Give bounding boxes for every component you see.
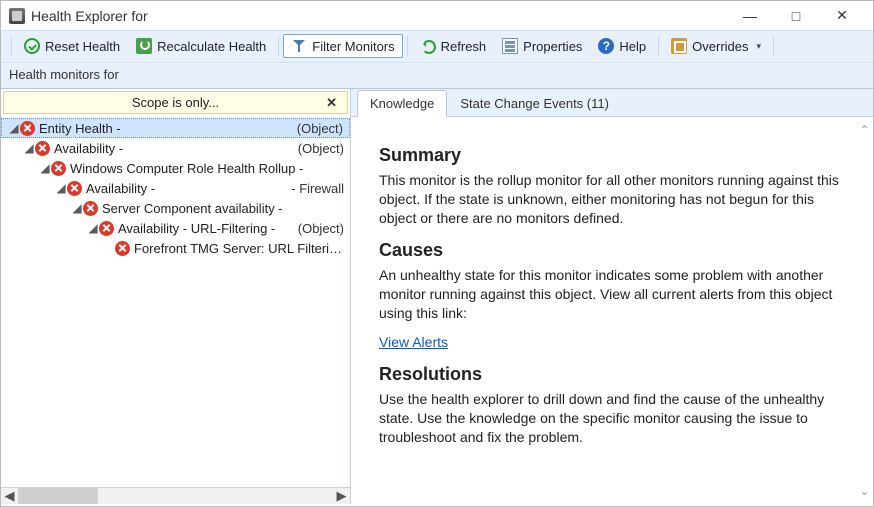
- separator: [658, 36, 659, 56]
- scope-close-icon[interactable]: ✕: [326, 95, 337, 111]
- tree-node[interactable]: ◢ Availability -- Firewall: [1, 178, 350, 198]
- properties-icon: [502, 38, 518, 54]
- expander-icon[interactable]: ◢: [71, 201, 83, 215]
- critical-state-icon: [35, 141, 50, 156]
- critical-state-icon: [83, 201, 98, 216]
- titlebar: Health Explorer for — □ ✕: [1, 1, 873, 31]
- tab-state-change-events[interactable]: State Change Events (11): [447, 90, 622, 117]
- tab-knowledge[interactable]: Knowledge: [357, 90, 447, 117]
- help-icon: ?: [598, 38, 614, 54]
- tree-node-label: Availability - URL-Filtering -: [118, 221, 288, 236]
- filter-monitors-button[interactable]: Filter Monitors: [283, 34, 402, 58]
- summary-text: This monitor is the rollup monitor for a…: [379, 171, 845, 228]
- expander-icon[interactable]: ◢: [87, 221, 99, 235]
- horizontal-scrollbar[interactable]: ◀ ▶: [1, 487, 350, 504]
- tree-node-label: Availability -: [54, 141, 288, 156]
- tree-node[interactable]: ◢ Availability -(Object): [1, 138, 350, 158]
- window-controls: — □ ✕: [727, 2, 865, 30]
- help-button[interactable]: ? Help: [590, 34, 654, 58]
- tree-node-label: Entity Health -: [39, 121, 287, 136]
- overrides-icon: [671, 38, 687, 54]
- scroll-down-icon[interactable]: ⌄: [859, 484, 869, 498]
- tree-node-label: Windows Computer Role Health Rollup -: [70, 161, 344, 176]
- tab-strip: Knowledge State Change Events (11): [351, 89, 873, 117]
- reset-health-button[interactable]: Reset Health: [16, 34, 128, 58]
- toolbar: Reset Health Recalculate Health Filter M…: [1, 31, 873, 63]
- view-alerts-link[interactable]: View Alerts: [379, 334, 448, 350]
- tree-node[interactable]: ◢ Server Component availability -: [1, 198, 350, 218]
- refresh-button[interactable]: Refresh: [412, 34, 495, 58]
- critical-state-icon: [20, 121, 35, 136]
- expander-icon[interactable]: ◢: [55, 181, 67, 195]
- tree-pane: Scope is only... ✕ ◢Entity Health -(Obje…: [1, 89, 351, 504]
- expander-icon[interactable]: ◢: [23, 141, 35, 155]
- window-title: Health Explorer for: [31, 8, 727, 24]
- tree-node-label: Forefront TMG Server: URL Filtering - Se…: [134, 241, 344, 256]
- critical-state-icon: [51, 161, 66, 176]
- scope-text: Scope is only...: [132, 95, 219, 110]
- scroll-left-icon[interactable]: ◀: [1, 488, 18, 504]
- separator: [773, 36, 774, 56]
- expander-icon[interactable]: ◢: [39, 161, 51, 175]
- tree-node-kind: (Object): [288, 221, 344, 236]
- tree-node[interactable]: ◢ Availability - URL-Filtering -(Object): [1, 218, 350, 238]
- overrides-button[interactable]: Overrides ▾: [663, 34, 769, 58]
- tree-node[interactable]: ◢ Entity Health -(Object): [1, 118, 350, 138]
- close-button[interactable]: ✕: [819, 2, 865, 30]
- knowledge-content: Summary This monitor is the rollup monit…: [351, 117, 873, 504]
- subheader: Health monitors for: [1, 63, 873, 89]
- resolutions-heading: Resolutions: [379, 362, 845, 386]
- scroll-up-icon[interactable]: ⌃: [859, 123, 869, 137]
- tree-node-label: Server Component availability -: [102, 201, 344, 216]
- details-pane: Knowledge State Change Events (11) Summa…: [351, 89, 873, 504]
- scope-bar[interactable]: Scope is only... ✕: [3, 91, 348, 114]
- refresh-label: Refresh: [441, 39, 487, 54]
- properties-label: Properties: [523, 39, 582, 54]
- resolutions-text: Use the health explorer to drill down an…: [379, 390, 845, 447]
- recalculate-health-button[interactable]: Recalculate Health: [128, 34, 274, 58]
- minimize-button[interactable]: —: [727, 2, 773, 30]
- tree-node[interactable]: Forefront TMG Server: URL Filtering - Se…: [1, 238, 350, 258]
- reset-health-label: Reset Health: [45, 39, 120, 54]
- health-explorer-icon: [9, 8, 25, 24]
- critical-state-icon: [115, 241, 130, 256]
- properties-button[interactable]: Properties: [494, 34, 590, 58]
- causes-heading: Causes: [379, 238, 845, 262]
- summary-heading: Summary: [379, 143, 845, 167]
- separator: [407, 36, 408, 56]
- vertical-scrollbar[interactable]: ⌃ ⌄: [856, 117, 873, 504]
- tree-node[interactable]: ◢ Windows Computer Role Health Rollup -: [1, 158, 350, 178]
- scroll-right-icon[interactable]: ▶: [333, 488, 350, 504]
- recalculate-health-label: Recalculate Health: [157, 39, 266, 54]
- refresh-icon: [420, 38, 436, 54]
- scroll-thumb[interactable]: [18, 488, 98, 504]
- causes-text: An unhealthy state for this monitor indi…: [379, 266, 845, 323]
- filter-monitors-label: Filter Monitors: [312, 39, 394, 54]
- tree-node-kind: - Firewall: [281, 181, 344, 196]
- scroll-track[interactable]: [18, 488, 333, 504]
- separator: [278, 36, 279, 56]
- tab-state-events-label: State Change Events (11): [460, 96, 609, 111]
- critical-state-icon: [67, 181, 82, 196]
- recalculate-health-icon: [136, 38, 152, 54]
- chevron-down-icon: ▾: [757, 41, 762, 52]
- tab-knowledge-label: Knowledge: [370, 96, 434, 111]
- separator: [11, 36, 12, 56]
- filter-monitors-icon: [291, 38, 307, 54]
- help-label: Help: [619, 39, 646, 54]
- tree-node-kind: (Object): [288, 141, 344, 156]
- tree-node-label: Availability -: [86, 181, 281, 196]
- critical-state-icon: [99, 221, 114, 236]
- reset-health-icon: [24, 38, 40, 54]
- monitor-tree[interactable]: ◢Entity Health -(Object)◢Availability -(…: [1, 116, 350, 487]
- tree-node-kind: (Object): [287, 121, 343, 136]
- main-area: Scope is only... ✕ ◢Entity Health -(Obje…: [1, 89, 873, 504]
- expander-icon[interactable]: ◢: [8, 121, 20, 135]
- maximize-button[interactable]: □: [773, 2, 819, 30]
- overrides-label: Overrides: [692, 39, 748, 54]
